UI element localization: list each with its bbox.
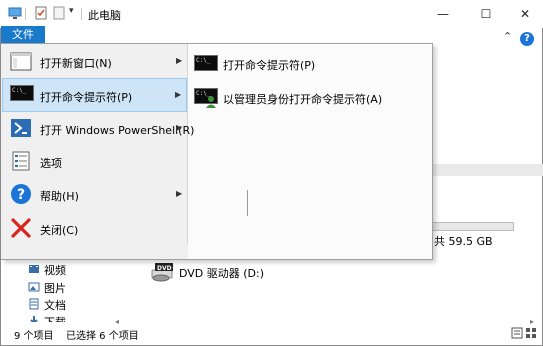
- menu-item-close[interactable]: 关闭(C): [2, 212, 187, 245]
- dvd-badge: DVD: [157, 265, 172, 272]
- options-icon: [12, 151, 30, 171]
- sidebar-item-label: 文档: [44, 299, 66, 312]
- sidebar-item-documents[interactable]: 文档: [28, 297, 98, 312]
- submenu-item-open-command-prompt-admin[interactable]: C:\_ 以管理员身份打开命令提示符(A): [190, 86, 430, 112]
- sidebar-item-video[interactable]: 视频: [28, 262, 98, 277]
- help-icon: ?: [11, 184, 31, 204]
- menu-item-label: 打开命令提示符(P): [40, 91, 133, 104]
- window-icon: [10, 52, 32, 71]
- menu-item-help[interactable]: ? 帮助(H) ▶: [2, 178, 187, 211]
- menu-item-open-new-window[interactable]: 打开新窗口(N) ▶: [2, 45, 187, 78]
- submenu-arrow-icon: ▶: [176, 123, 183, 132]
- properties-icon[interactable]: [34, 6, 48, 20]
- title-bar: ▾ 此电脑 — ☐ ✕: [0, 0, 543, 28]
- submenu-item-open-command-prompt[interactable]: C:\_ 打开命令提示符(P): [190, 52, 430, 76]
- menu-item-open-command-prompt[interactable]: C:\_ 打开命令提示符(P) ▶: [2, 78, 187, 112]
- file-tab[interactable]: 文件: [1, 26, 45, 43]
- menu-divider: [187, 44, 188, 244]
- admin-user-icon: [206, 96, 216, 108]
- menu-item-label: 帮助(H): [40, 190, 79, 203]
- close-button[interactable]: ✕: [507, 0, 543, 28]
- documents-folder-icon: [29, 298, 39, 310]
- file-submenu-panel: [188, 44, 432, 259]
- details-view-icon[interactable]: [511, 327, 523, 339]
- menu-item-label: 打开 Windows PowerShell(R): [40, 124, 195, 137]
- titlebar-divider: [81, 8, 82, 20]
- sidebar-item-label: 图片: [44, 282, 66, 295]
- submenu-item-label: 打开命令提示符(P): [223, 59, 316, 72]
- quick-access-dropdown-icon[interactable]: ▾: [69, 6, 74, 16]
- menu-item-label: 选项: [40, 157, 62, 170]
- submenu-arrow-icon: ▶: [176, 189, 183, 198]
- minimize-button[interactable]: —: [425, 0, 461, 28]
- titlebar-divider: [25, 8, 26, 20]
- window-title: 此电脑: [88, 9, 121, 22]
- status-selected-count: 已选择 6 个项目: [66, 331, 139, 342]
- dvd-drive-label[interactable]: DVD 驱动器 (D:): [179, 265, 264, 281]
- submenu-arrow-icon: ▶: [175, 90, 182, 99]
- cmd-icon: C:\_: [10, 85, 34, 101]
- large-icons-view-icon[interactable]: [525, 327, 537, 339]
- sidebar-item-label: 视频: [44, 264, 66, 277]
- powershell-icon: [11, 119, 31, 137]
- sidebar-item-pictures[interactable]: 图片: [28, 280, 98, 295]
- new-folder-icon[interactable]: [52, 6, 66, 20]
- submenu-item-label: 以管理员身份打开命令提示符(A): [223, 93, 383, 106]
- ribbon-collapse-icon[interactable]: ⌃: [503, 30, 512, 43]
- status-item-count: 9 个项目: [14, 331, 54, 342]
- close-x-icon: [11, 218, 31, 238]
- pictures-folder-icon: [28, 282, 40, 292]
- help-button[interactable]: ?: [520, 32, 534, 46]
- menu-item-label: 打开新窗口(N): [40, 57, 112, 70]
- cmd-icon: C:\_: [194, 55, 218, 71]
- svg-text:?: ?: [17, 187, 25, 203]
- submenu-arrow-icon: ▶: [176, 56, 183, 65]
- sidebar-item-downloads[interactable]: 下载: [28, 314, 98, 322]
- sidebar-item-label: 下载: [44, 314, 66, 322]
- menu-item-label: 关闭(C): [40, 224, 79, 237]
- text-cursor: [247, 190, 248, 216]
- disk-free-text: 共 59.5 GB: [434, 235, 493, 248]
- menu-item-options[interactable]: 选项: [2, 145, 187, 178]
- group-header-strip: [432, 164, 543, 176]
- downloads-folder-icon: [30, 316, 38, 322]
- maximize-button[interactable]: ☐: [468, 0, 504, 28]
- video-folder-icon: [29, 265, 39, 273]
- menu-item-open-powershell[interactable]: 打开 Windows PowerShell(R) ▶: [2, 112, 194, 145]
- this-pc-icon: [8, 7, 22, 19]
- disk-usage-bar: [432, 222, 514, 231]
